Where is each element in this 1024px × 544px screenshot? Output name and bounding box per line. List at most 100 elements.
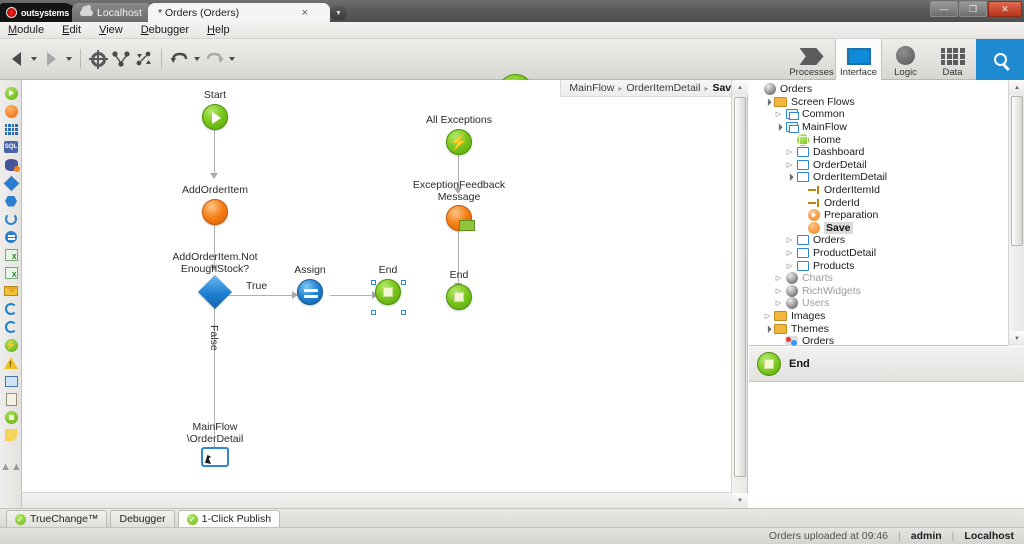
tree-expander-icon[interactable]: [784, 249, 795, 257]
tree-item-orderitemdetail[interactable]: OrderItemDetail: [749, 171, 1008, 184]
flow-node-start[interactable]: Start: [182, 89, 248, 130]
back-icon[interactable]: [6, 48, 26, 70]
menu-module[interactable]: MModuleodule: [6, 24, 46, 36]
properties-panel[interactable]: [749, 382, 1024, 508]
if-tool[interactable]: [0, 174, 22, 192]
tree-item-orders[interactable]: Orders: [749, 83, 1008, 96]
tree-expander-icon[interactable]: [762, 312, 773, 320]
tree-item-users[interactable]: Users: [749, 297, 1008, 310]
tree-expander-icon[interactable]: [773, 123, 784, 131]
tree-item-home[interactable]: Home: [749, 133, 1008, 146]
flow-node-order-detail-destination[interactable]: MainFlow \OrderDetail: [174, 421, 256, 467]
tree-item-common[interactable]: Common: [749, 108, 1008, 121]
menu-debugger[interactable]: Debugger: [139, 24, 191, 36]
tree-item-productdetail[interactable]: ProductDetail: [749, 247, 1008, 260]
tree-expander-icon[interactable]: [773, 110, 784, 118]
close-icon[interactable]: ×: [302, 7, 308, 19]
record-to-excel-tool[interactable]: [0, 264, 22, 282]
tree-item-themes[interactable]: Themes: [749, 322, 1008, 335]
run-server-action-tool[interactable]: [0, 390, 22, 408]
selection-handle[interactable]: [401, 310, 406, 315]
excel-to-record-tool[interactable]: [0, 246, 22, 264]
tree-item-images[interactable]: Images: [749, 310, 1008, 323]
canvas-vertical-scrollbar[interactable]: ▲ ▼: [731, 80, 748, 508]
selection-handle[interactable]: [371, 280, 376, 285]
tab-logic[interactable]: Logic: [882, 39, 929, 80]
tree-item-orderdetail[interactable]: OrderDetail: [749, 159, 1008, 172]
flow-node-exception-feedback-message[interactable]: ExceptionFeedback Message: [402, 179, 516, 231]
refresh-query-tool[interactable]: [0, 318, 22, 336]
tree-vscroll-thumb[interactable]: [1011, 96, 1023, 246]
element-tree[interactable]: OrdersScreen FlowsCommonMainFlowHomeDash…: [749, 80, 1008, 346]
tab-one-click-publish[interactable]: ✓ 1-Click Publish: [177, 510, 281, 527]
menu-edit[interactable]: Edit: [60, 24, 83, 36]
tree-item-richwidgets[interactable]: RichWidgets: [749, 284, 1008, 298]
for-each-tool[interactable]: [0, 210, 22, 228]
tab-truechange[interactable]: ✓ TrueChange™: [6, 510, 108, 527]
tree-expander-icon[interactable]: [773, 287, 784, 295]
flow-node-all-exceptions[interactable]: All Exceptions ⚡: [412, 114, 506, 155]
selection-handle[interactable]: [371, 310, 376, 315]
redo-icon[interactable]: [204, 48, 224, 70]
comment-tool[interactable]: [0, 426, 22, 444]
tab-interface[interactable]: Interface: [835, 39, 882, 80]
tree-expander-icon[interactable]: [784, 236, 795, 244]
tree-item-orderitemid[interactable]: OrderItemId: [749, 184, 1008, 197]
end-tool[interactable]: [0, 408, 22, 426]
redo-dropdown-icon[interactable]: [227, 48, 236, 70]
send-email-tool[interactable]: [0, 282, 22, 300]
dependencies-icon[interactable]: [111, 48, 131, 70]
menu-view[interactable]: View: [97, 24, 125, 36]
grid-tool[interactable]: [0, 120, 22, 138]
tree-expander-icon[interactable]: [784, 148, 795, 156]
close-button[interactable]: ✕: [988, 1, 1022, 17]
refresh-dependencies-icon[interactable]: [134, 48, 154, 70]
tree-expander-icon[interactable]: [773, 274, 784, 282]
start-tool[interactable]: [0, 84, 22, 102]
maximize-button[interactable]: ❐: [959, 1, 987, 17]
flow-node-end-true[interactable]: End: [358, 264, 418, 315]
tree-item-screen-flows[interactable]: Screen Flows: [749, 96, 1008, 109]
destination-tool[interactable]: [0, 372, 22, 390]
json-tool[interactable]: [0, 300, 22, 318]
tree-expander-icon[interactable]: [773, 299, 784, 307]
tab-debugger[interactable]: Debugger: [110, 510, 175, 527]
tree-item-mainflow[interactable]: MainFlow: [749, 121, 1008, 134]
flow-node-end-exception[interactable]: End: [432, 269, 486, 310]
scroll-up-icon[interactable]: ▲: [1009, 80, 1024, 95]
tree-item-orderid[interactable]: OrderId: [749, 196, 1008, 209]
undo-icon[interactable]: [169, 48, 189, 70]
environment-tab[interactable]: Localhost: [72, 3, 152, 22]
tree-item-products[interactable]: Products: [749, 259, 1008, 272]
search-button[interactable]: [976, 39, 1024, 80]
scroll-up-icon[interactable]: ▲: [732, 80, 748, 95]
minimize-button[interactable]: —: [930, 1, 958, 17]
tree-expander-icon[interactable]: [784, 262, 795, 270]
sql-tool[interactable]: SQL: [0, 138, 22, 156]
chevron-down-icon[interactable]: ▼: [330, 6, 347, 20]
menu-help[interactable]: Help: [205, 24, 232, 36]
scroll-down-icon[interactable]: ▼: [732, 493, 748, 508]
gear-icon[interactable]: [88, 48, 108, 70]
collapse-toolbox-button[interactable]: ▲▲: [0, 458, 22, 476]
selection-handle[interactable]: [401, 280, 406, 285]
back-dropdown-icon[interactable]: [29, 48, 38, 70]
tree-expander-icon[interactable]: [762, 98, 773, 106]
aggregate-tool[interactable]: [0, 156, 22, 174]
tree-item-preparation[interactable]: Preparation: [749, 209, 1008, 222]
flow-canvas[interactable]: True False Start AddOrderItem AddOrderIt…: [22, 80, 732, 492]
outsystems-logo-tab[interactable]: outsystems: [0, 3, 78, 22]
canvas-horizontal-scrollbar[interactable]: [22, 492, 732, 508]
tree-item-save[interactable]: Save: [749, 221, 1008, 235]
module-tab[interactable]: * Orders (Orders) ×: [148, 3, 330, 22]
breadcrumb-item-screen[interactable]: OrderItemDetail: [626, 82, 700, 94]
tab-processes[interactable]: Processes: [788, 39, 835, 80]
switch-tool[interactable]: [0, 192, 22, 210]
assign-tool[interactable]: [0, 228, 22, 246]
tab-data[interactable]: Data: [929, 39, 976, 80]
tree-item-charts[interactable]: Charts: [749, 272, 1008, 285]
canvas-vscroll-thumb[interactable]: [734, 97, 746, 477]
tree-vertical-scrollbar[interactable]: ▲ ▼: [1008, 80, 1024, 346]
flow-node-not-enough-stock[interactable]: AddOrderItem.Not EnoughStock?: [167, 251, 263, 309]
forward-dropdown-icon[interactable]: [64, 48, 73, 70]
